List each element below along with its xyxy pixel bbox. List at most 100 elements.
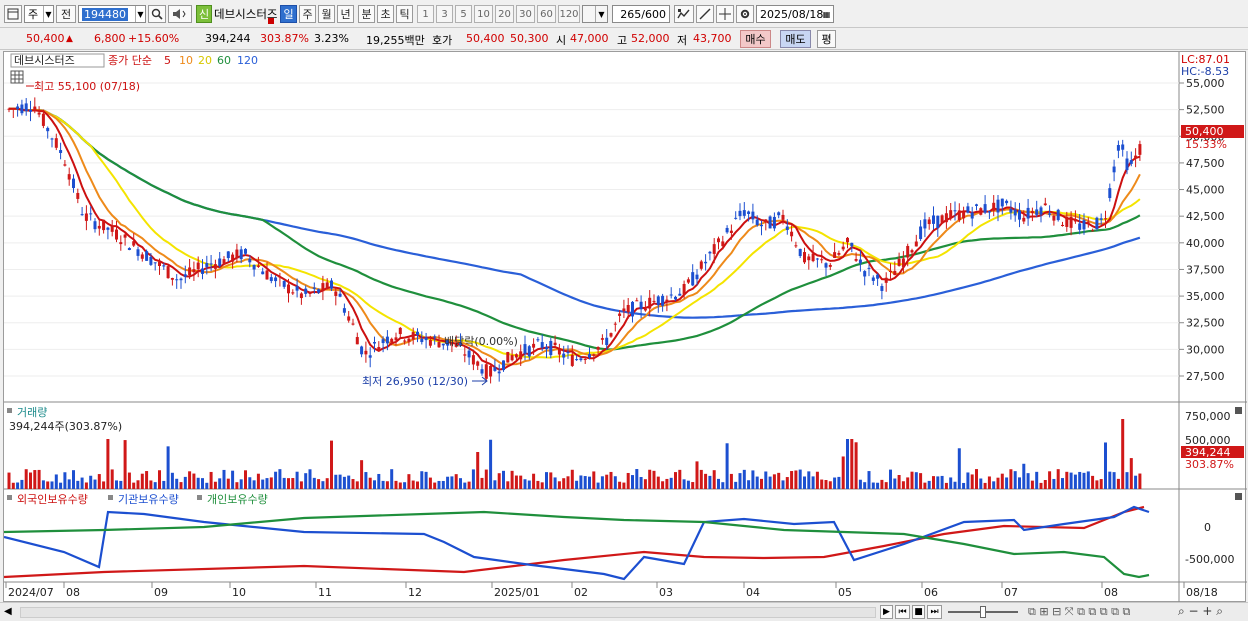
table-icon[interactable] — [10, 70, 24, 84]
candle-body — [471, 355, 475, 365]
type-button[interactable]: 전 — [56, 5, 76, 23]
candle-body — [699, 261, 703, 269]
volume-bar — [760, 478, 763, 489]
candle-body — [704, 261, 708, 264]
volume-bar — [695, 461, 699, 489]
candle-body — [656, 296, 660, 305]
candle-body — [631, 301, 634, 317]
volume-bar — [717, 478, 720, 489]
candle-body — [29, 109, 32, 112]
candle-body — [519, 351, 523, 360]
period-minute[interactable]: 분 — [358, 5, 375, 23]
volume-bar — [256, 473, 260, 489]
candle-body — [966, 206, 970, 213]
volume-bar — [175, 478, 179, 489]
candle-body — [889, 270, 892, 272]
stop-icon[interactable]: ■ — [912, 605, 925, 619]
settings-gear-icon[interactable] — [736, 5, 754, 23]
period-tick[interactable]: 틱 — [396, 5, 413, 23]
zoom-controls[interactable]: ⌕ − + ⌕ — [1178, 604, 1223, 619]
volume-bar — [600, 476, 604, 489]
interval-120[interactable]: 120 — [558, 5, 580, 23]
eval-button[interactable]: 평 — [817, 30, 836, 48]
search-icon[interactable] — [148, 5, 166, 23]
candle-body — [119, 242, 123, 245]
candle-body — [1039, 207, 1043, 215]
candle-body — [106, 227, 110, 230]
candle-body — [1061, 224, 1064, 226]
candle-body — [1073, 219, 1077, 222]
calendar-icon[interactable]: ▦ — [820, 6, 833, 22]
low-label: 저 — [677, 34, 688, 47]
holdings-pane-handle[interactable] — [7, 495, 12, 500]
open-price: 47,000 — [570, 32, 609, 45]
indicator-icon[interactable] — [674, 5, 694, 23]
date-input[interactable]: 2025/08/18 ▦ — [756, 5, 834, 23]
candle-body — [803, 252, 806, 263]
time-tick-label: 07 — [1004, 586, 1018, 599]
volume-pane-close-icon[interactable] — [1235, 407, 1242, 414]
volume-bar — [1039, 482, 1043, 489]
volume-bar — [613, 476, 617, 489]
date-value: 2025/08/18 — [760, 7, 824, 21]
candle-body — [226, 251, 230, 259]
volume-bar — [996, 477, 1000, 489]
period-week[interactable]: 주 — [299, 5, 316, 23]
volume-bar — [1030, 480, 1034, 489]
crosshair-icon[interactable] — [716, 5, 734, 23]
volume-bar — [1056, 469, 1060, 489]
sell-button[interactable]: 매도 — [780, 30, 811, 48]
interval-3[interactable]: 3 — [436, 5, 453, 23]
candle-body — [854, 259, 858, 261]
price-change: 6,800 — [94, 32, 126, 45]
stock-code-input[interactable]: 194480 ▼ — [78, 5, 146, 23]
period-second[interactable]: 초 — [377, 5, 394, 23]
volume-axis-750k: 750,000 — [1185, 410, 1231, 423]
chart-svg[interactable]: 데브시스터즈 종가 단순 5 10 20 60 120 최고 55,100 (0… — [3, 52, 1247, 603]
legend-ma-label: 종가 단순 — [108, 54, 152, 67]
interval-5[interactable]: 5 — [455, 5, 472, 23]
interval-20[interactable]: 20 — [495, 5, 514, 23]
market-select[interactable]: 주 ▼ — [24, 5, 54, 23]
candle-body — [781, 214, 785, 220]
candle-body — [433, 336, 437, 338]
volume-bar — [1138, 473, 1142, 489]
period-month[interactable]: 월 — [318, 5, 335, 23]
layout-icon[interactable] — [4, 5, 22, 23]
candle-body — [110, 225, 114, 232]
buy-button[interactable]: 매수 — [740, 30, 771, 48]
holdings-pane-close-icon[interactable] — [1235, 493, 1242, 500]
interval-1[interactable]: 1 — [417, 5, 434, 23]
bar-count-input[interactable]: 265/600 — [612, 5, 670, 23]
candle-body — [398, 327, 402, 335]
volume-bar — [265, 478, 269, 489]
price-axis: 55,00052,50050,00047,50045,00042,50040,0… — [1179, 77, 1225, 383]
zoom-slider-thumb[interactable] — [980, 606, 986, 618]
volume-bar — [940, 475, 944, 489]
chart-panel[interactable]: 데브시스터즈 종가 단순 5 10 20 60 120 최고 55,100 (0… — [3, 51, 1247, 603]
volume-bar — [914, 472, 918, 489]
fast-forward-icon[interactable]: ⏭ — [927, 605, 942, 619]
sound-icon[interactable] — [168, 5, 192, 23]
interval-10[interactable]: 10 — [474, 5, 493, 23]
candle-body — [93, 221, 97, 230]
volume-bar — [248, 477, 252, 489]
volume-bar — [605, 474, 609, 489]
interval-select[interactable]: ▼ — [582, 5, 608, 23]
holdings-axis-0: 0 — [1204, 521, 1211, 534]
period-year[interactable]: 년 — [337, 5, 354, 23]
draw-tool-icon[interactable] — [696, 5, 714, 23]
candle-body — [953, 210, 957, 212]
scroll-track[interactable] — [20, 607, 876, 618]
play-icon[interactable]: ▶ — [880, 605, 893, 619]
interval-60[interactable]: 60 — [537, 5, 556, 23]
rewind-icon[interactable]: ⏮ — [895, 605, 910, 619]
period-day[interactable]: 일 — [280, 5, 297, 23]
volume-pane-handle[interactable] — [7, 408, 12, 413]
interval-30[interactable]: 30 — [516, 5, 535, 23]
time-axis: 2024/07 08 09 10 11 12 2025/01 02 03 04 05 06 07 08 08… — [5, 582, 1218, 599]
volume-bar — [330, 440, 333, 489]
candle-body — [609, 333, 613, 337]
tool-icons[interactable]: ⧉ ⊞ ⊟ ⤧ ⧉ ⧉ ⧉ ⧉ ⧉ — [1028, 605, 1130, 619]
scroll-left-icon[interactable]: ◀ — [4, 606, 12, 617]
